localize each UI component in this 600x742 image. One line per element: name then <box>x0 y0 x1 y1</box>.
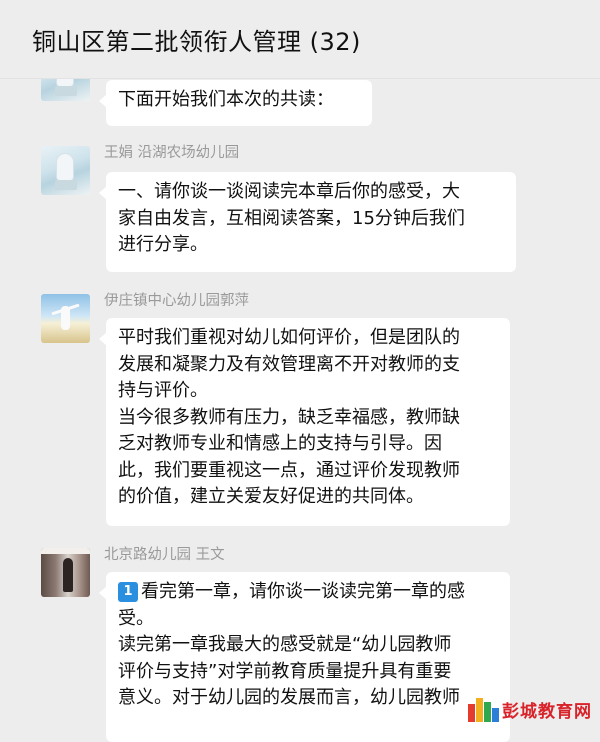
message-text: 评价与支持”对学前教育质量提升具有重要 <box>118 660 452 682</box>
message-text: 此，我们要重视这一点，通过评价发现教师 <box>118 459 460 481</box>
message-text: 的价值，建立关爱友好促进的共同体。 <box>118 486 424 507</box>
avatar[interactable] <box>41 294 90 343</box>
message-text: 发展和凝聚力及有效管理离不开对教师的支 <box>118 353 460 375</box>
chat-area: 下面开始我们本次的共读： 王娟 沿湖农场幼儿园 一、请你谈一谈阅读完本章后你的感… <box>0 0 600 742</box>
message-bubble[interactable]: 一、请你谈一谈阅读完本章后你的感受，大 家自由发言，互相阅读答案，15分钟后我们… <box>99 172 516 272</box>
watermark-text: 彭城教育网 <box>502 701 592 722</box>
message-text: 平时我们重视对幼儿如何评价，但是团队的 <box>118 327 460 348</box>
message-bubble[interactable]: 下面开始我们本次的共读： <box>99 80 372 126</box>
message-bubble[interactable]: 1 看完第一章，请你谈一谈读完第一章的感 受。 读完第一章我最大的感受就是“幼儿园… <box>99 572 510 742</box>
message-text: 看完第一章，请你谈一谈读完第一章的感 <box>141 581 465 602</box>
avatar[interactable] <box>41 146 90 195</box>
books-icon <box>468 696 499 722</box>
message-text: 下面开始我们本次的共读： <box>118 89 334 110</box>
message-text: 意义。对于幼儿园的发展而言，幼儿园教师 <box>118 687 460 708</box>
watermark: 彭城教育网 <box>468 696 592 722</box>
sender-name: 伊庄镇中心幼儿园郭萍 <box>104 293 249 309</box>
message-text: 家自由发言，互相阅读答案，15分钟后我们 <box>118 207 465 229</box>
message-text: 一、请你谈一谈阅读完本章后你的感受，大 <box>118 181 460 202</box>
sender-name: 王娟 沿湖农场幼儿园 <box>104 145 240 161</box>
message-bubble[interactable]: 平时我们重视对幼儿如何评价，但是团队的 发展和凝聚力及有效管理离不开对教师的支 … <box>99 318 510 526</box>
chat-header: 铜山区第二批领衔人管理 (32) <box>0 0 600 79</box>
message-text: 进行分享。 <box>118 234 208 255</box>
message-text: 持与评价。 <box>118 380 208 401</box>
avatar[interactable] <box>41 548 90 597</box>
message-line: 1 看完第一章，请你谈一谈读完第一章的感 <box>118 579 498 606</box>
message-text: 读完第一章我最大的感受就是“幼儿园教师 <box>118 634 452 655</box>
message-text: 当今很多教师有压力，缺乏幸福感，教师缺 <box>118 406 460 428</box>
number-one-icon: 1 <box>118 582 138 602</box>
sender-name: 北京路幼儿园 王文 <box>104 547 225 563</box>
group-title[interactable]: 铜山区第二批领衔人管理 (32) <box>32 22 361 57</box>
message-text: 乏对教师专业和情感上的支持与引导。因 <box>118 433 442 454</box>
message-text: 受。 <box>118 607 154 629</box>
